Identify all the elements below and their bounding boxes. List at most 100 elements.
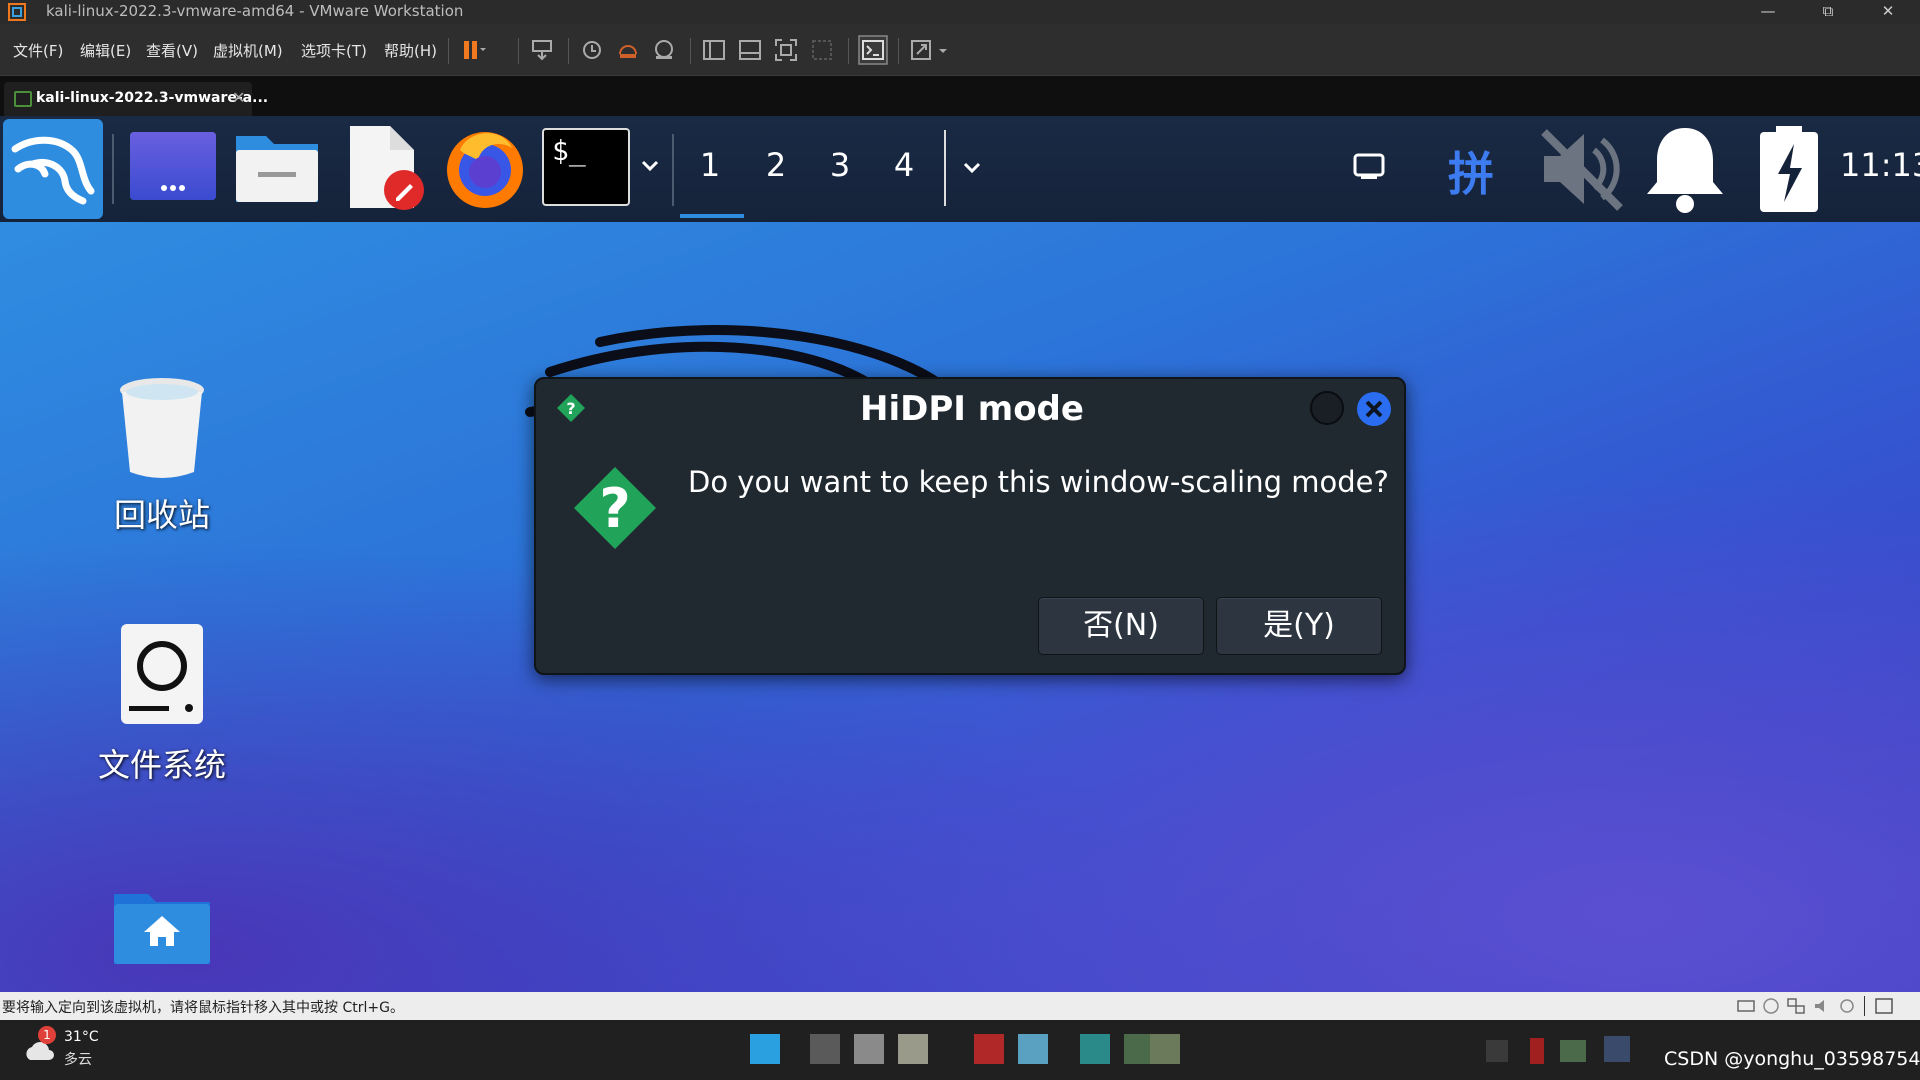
chevron-down-icon[interactable] [936,36,950,64]
panel-separator [112,134,114,204]
vm-tab-strip: kali-linux-2022.3-vmware-a... ✕ [0,76,1920,116]
file-manager-icon[interactable] [232,126,322,206]
question-icon: ? [574,467,656,549]
weather-temperature: 31°C [64,1029,99,1045]
vmware-logo-icon [8,3,26,21]
menu-help[interactable]: 帮助(H) [384,40,437,61]
workspace-2[interactable]: 2 [756,146,796,184]
restore-button[interactable]: ⧉ [1798,0,1858,24]
svg-text:?: ? [599,477,630,540]
input-method-indicator[interactable]: 拼 [1448,138,1494,204]
vmware-statusbar: 要将输入定向到该虚拟机，请将鼠标指针移入其中或按 Ctrl+G。 [0,992,1920,1020]
close-icon[interactable] [1356,391,1392,427]
taskbar-app[interactable] [810,1034,840,1064]
workspace-4[interactable]: 4 [884,146,924,184]
menu-view[interactable]: 查看(V) [146,40,198,61]
taskbar-app[interactable] [1080,1034,1110,1064]
terminal-icon[interactable]: $_ [542,128,630,206]
snapshot-icon[interactable] [578,36,606,64]
thumbnail-view-icon[interactable] [736,36,764,64]
tray-icon[interactable] [1604,1036,1630,1062]
library-view-icon[interactable] [700,36,728,64]
hard-disk-icon[interactable] [1736,997,1756,1015]
desktop-icon-label: 文件系统 [97,746,226,784]
sound-card-icon[interactable] [1812,997,1832,1015]
taskbar-app[interactable] [854,1034,884,1064]
taskbar-app[interactable] [974,1034,1004,1064]
tray-icon[interactable] [1530,1038,1544,1064]
weather-badge: 1 [38,1026,56,1044]
panel-clock[interactable]: 11:13: [1840,146,1920,184]
kali-panel: $_ 1 2 3 4 拼 11:13: [0,116,1920,222]
desktop-icon-trash[interactable]: 回收站 [72,372,252,534]
toolbar-separator [690,38,691,64]
minimize-button[interactable]: — [1738,0,1798,24]
dialog-title: HiDPI mode [860,389,1084,429]
usb-icon[interactable] [1838,997,1856,1015]
network-adapter-icon[interactable] [1786,997,1806,1015]
stretch-icon[interactable] [908,36,936,64]
menu-tabs[interactable]: 选项卡(T) [301,40,367,61]
revert-snapshot-icon[interactable] [614,36,642,64]
taskbar-app-start[interactable] [750,1034,780,1064]
terminal-glyph: $_ [552,134,586,167]
console-view-icon[interactable] [858,35,888,65]
no-button[interactable]: 否(N) [1038,597,1204,655]
chevron-down-icon[interactable] [638,154,662,178]
toolbar-separator [568,38,569,64]
send-ctrl-alt-del-icon[interactable] [528,36,556,64]
menu-vm[interactable]: 虚拟机(M) [213,40,283,61]
hidpi-dialog: ? HiDPI mode ? Do you want to keep this … [534,377,1406,675]
desktop-icon-home[interactable] [72,886,252,966]
unity-icon[interactable] [808,36,836,64]
tray-icon[interactable] [1486,1040,1508,1062]
toolbar-separator [448,38,449,64]
tray-icon[interactable] [1560,1040,1586,1062]
menu-edit[interactable]: 编辑(E) [80,40,131,61]
windows-taskbar: 1 31°C 多云 CSDN @yonghu_03598754 [0,1020,1920,1080]
kali-menu-icon[interactable] [3,119,103,219]
pause-icon[interactable] [458,36,486,64]
vmware-menubar: 文件(F) 编辑(E) 查看(V) 虚拟机(M) 选项卡(T) 帮助(H) [0,24,1920,76]
workspace-3[interactable]: 3 [820,146,860,184]
vm-tab-icon [14,91,32,107]
taskbar-app[interactable] [1150,1034,1180,1064]
toolbar-separator [518,38,519,64]
menu-file[interactable]: 文件(F) [13,40,63,61]
snapshot-manager-icon[interactable] [650,36,678,64]
notification-bell-icon[interactable] [1640,122,1730,216]
chevron-down-icon[interactable] [960,156,984,180]
drive-icon [121,624,203,724]
volume-muted-icon[interactable] [1536,124,1628,214]
text-editor-icon[interactable] [344,122,430,212]
vmware-titlebar: kali-linux-2022.3-vmware-amd64 - VMware … [0,0,1920,24]
dialog-message: Do you want to keep this window-scaling … [688,465,1389,499]
message-log-icon[interactable] [1874,997,1894,1015]
firefox-icon[interactable] [440,120,530,212]
panel-separator [944,130,946,206]
csdn-watermark: CSDN @yonghu_03598754 [1664,1048,1920,1070]
yes-button[interactable]: 是(Y) [1216,597,1382,655]
fullscreen-icon[interactable] [772,36,800,64]
network-icon[interactable] [1352,152,1386,182]
toolbar-separator [898,38,899,64]
minimize-dialog-button[interactable] [1310,391,1344,425]
taskbar-app[interactable] [898,1034,928,1064]
toolbar-separator [848,38,849,64]
trash-icon [120,378,204,478]
close-icon[interactable]: ✕ [232,88,245,107]
home-folder-icon [114,894,210,964]
close-window-button[interactable]: ✕ [1858,0,1918,24]
status-separator [1864,996,1865,1016]
window-title: kali-linux-2022.3-vmware-amd64 - VMware … [46,2,464,20]
taskbar-app[interactable] [1018,1034,1048,1064]
show-desktop-icon[interactable] [128,130,218,202]
desktop-icon-filesystem[interactable]: 文件系统 [72,622,252,784]
status-hint: 要将输入定向到该虚拟机，请将鼠标指针移入其中或按 Ctrl+G。 [2,1000,404,1016]
desktop-icon-label: 回收站 [113,496,210,534]
workspace-1[interactable]: 1 [690,146,730,184]
vm-tab[interactable]: kali-linux-2022.3-vmware-a... ✕ [4,82,268,116]
panel-separator [672,134,674,206]
cd-dvd-icon[interactable] [1762,997,1780,1015]
battery-charging-icon[interactable] [1756,124,1822,214]
